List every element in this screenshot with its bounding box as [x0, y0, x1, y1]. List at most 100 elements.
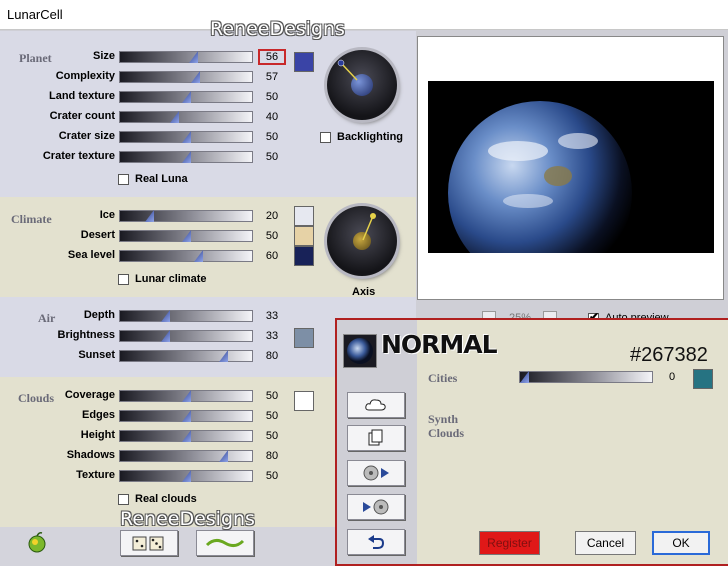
real-clouds-box[interactable]: [118, 493, 129, 505]
cities-color-swatch[interactable]: [693, 369, 713, 389]
watermark-bottom: ReneeDesigns: [120, 508, 255, 530]
climate-slider-0[interactable]: [119, 210, 253, 222]
light-direction-knob[interactable]: [327, 50, 397, 120]
randomize-button[interactable]: [120, 530, 178, 556]
undo-icon: [368, 535, 385, 549]
window-title: LunarCell: [7, 7, 63, 22]
air-slider-thumb-1[interactable]: [161, 330, 170, 342]
clouds-label-2: Height: [80, 429, 115, 441]
planet-value-0[interactable]: 56: [258, 49, 286, 65]
climate-value-0: 20: [265, 210, 279, 222]
clouds-value-0: 50: [265, 390, 279, 402]
air-color-swatch[interactable]: [294, 328, 314, 348]
load-preset-button[interactable]: [347, 494, 405, 520]
planet-render: [448, 101, 632, 253]
clouds-slider-0[interactable]: [119, 390, 253, 402]
climate-slider-thumb-0[interactable]: [145, 210, 154, 222]
planet-slider-thumb-5[interactable]: [182, 151, 191, 163]
clouds-slider-thumb-3[interactable]: [219, 450, 228, 462]
air-value-1: 33: [265, 330, 279, 342]
planet-slider-3[interactable]: [119, 111, 253, 123]
lunar-climate-label: Lunar climate: [135, 273, 207, 285]
clouds-value-1: 50: [265, 410, 279, 422]
mode-logo: NORMAL: [381, 330, 498, 359]
clouds-slider-1[interactable]: [119, 410, 253, 422]
climate-slider-1[interactable]: [119, 230, 253, 242]
disc-forward-icon: [363, 465, 389, 481]
planet-slider-thumb-1[interactable]: [191, 71, 200, 83]
planet-slider-2[interactable]: [119, 91, 253, 103]
cities-label: Cities: [428, 371, 458, 385]
planet-value-2: 50: [265, 91, 279, 103]
climate-label-2: Sea level: [67, 249, 115, 261]
copy-page-button[interactable]: [347, 425, 405, 451]
planet-slider-thumb-4[interactable]: [182, 131, 191, 143]
planet-slider-thumb-0[interactable]: [189, 51, 198, 63]
axis-knob[interactable]: [327, 206, 397, 276]
climate-slider-thumb-2[interactable]: [194, 250, 203, 262]
save-preset-button[interactable]: [347, 460, 405, 486]
cancel-button[interactable]: Cancel: [575, 531, 636, 555]
cities-slider-thumb[interactable]: [520, 371, 529, 383]
cities-value: 0: [668, 371, 676, 383]
planet-value-3: 40: [265, 111, 279, 123]
apple-icon[interactable]: [26, 531, 48, 553]
synth-clouds-label-line1: Synth: [428, 412, 459, 426]
climate-slider-thumb-1[interactable]: [182, 230, 191, 242]
planet-color-swatch[interactable]: [294, 52, 314, 72]
climate-color-swatch-2[interactable]: [294, 246, 314, 266]
preview-panel: [417, 36, 724, 300]
clouds-value-2: 50: [265, 430, 279, 442]
climate-color-swatch-1[interactable]: [294, 226, 314, 246]
clouds-slider-4[interactable]: [119, 470, 253, 482]
clouds-label-0: Coverage: [64, 389, 115, 401]
planet-slider-4[interactable]: [119, 131, 253, 143]
planet-slider-thumb-3[interactable]: [170, 111, 179, 123]
clouds-mode-button[interactable]: [347, 392, 405, 418]
air-slider-thumb-2[interactable]: [219, 350, 228, 362]
clouds-slider-thumb-1[interactable]: [182, 410, 191, 422]
mode-thumbnail[interactable]: [343, 334, 377, 368]
ok-button[interactable]: OK: [652, 531, 710, 555]
clouds-slider-3[interactable]: [119, 450, 253, 462]
air-slider-2[interactable]: [119, 350, 253, 362]
air-slider-1[interactable]: [119, 330, 253, 342]
dice-icon: [132, 536, 164, 551]
wave-icon: [205, 538, 245, 548]
real-luna-checkbox[interactable]: Real Luna: [118, 173, 188, 185]
clouds-color-swatch[interactable]: [294, 391, 314, 411]
real-clouds-checkbox[interactable]: Real clouds: [118, 493, 197, 505]
real-luna-box[interactable]: [118, 173, 129, 185]
clouds-label-4: Texture: [76, 469, 115, 481]
air-value-0: 33: [265, 310, 279, 322]
planet-label-1: Complexity: [55, 70, 115, 82]
air-slider-0[interactable]: [119, 310, 253, 322]
planet-label-4: Crater size: [58, 130, 115, 142]
earth-icon: [347, 338, 373, 364]
planet-slider-1[interactable]: [119, 71, 253, 83]
climate-color-swatch-0[interactable]: [294, 206, 314, 226]
lunar-climate-box[interactable]: [118, 273, 129, 285]
planet-slider-5[interactable]: [119, 151, 253, 163]
real-clouds-label: Real clouds: [135, 493, 197, 505]
register-button[interactable]: Register: [479, 531, 540, 555]
clouds-slider-thumb-2[interactable]: [182, 430, 191, 442]
climate-slider-2[interactable]: [119, 250, 253, 262]
air-slider-thumb-0[interactable]: [161, 310, 170, 322]
reset-button[interactable]: [196, 530, 254, 556]
planet-slider-thumb-2[interactable]: [182, 91, 191, 103]
backlighting-box[interactable]: [320, 131, 331, 143]
planet-label-2: Land texture: [48, 90, 115, 102]
clouds-slider-thumb-0[interactable]: [182, 390, 191, 402]
backlighting-checkbox[interactable]: Backlighting: [320, 131, 403, 143]
cities-slider[interactable]: [519, 371, 653, 383]
lunar-climate-checkbox[interactable]: Lunar climate: [118, 273, 207, 285]
planet-slider-0[interactable]: [119, 51, 253, 63]
undo-button[interactable]: [347, 529, 405, 555]
page-icon: [368, 429, 383, 446]
clouds-value-4: 50: [265, 470, 279, 482]
clouds-label-3: Shadows: [66, 449, 115, 461]
clouds-label-1: Edges: [81, 409, 115, 421]
clouds-slider-2[interactable]: [119, 430, 253, 442]
clouds-slider-thumb-4[interactable]: [182, 470, 191, 482]
